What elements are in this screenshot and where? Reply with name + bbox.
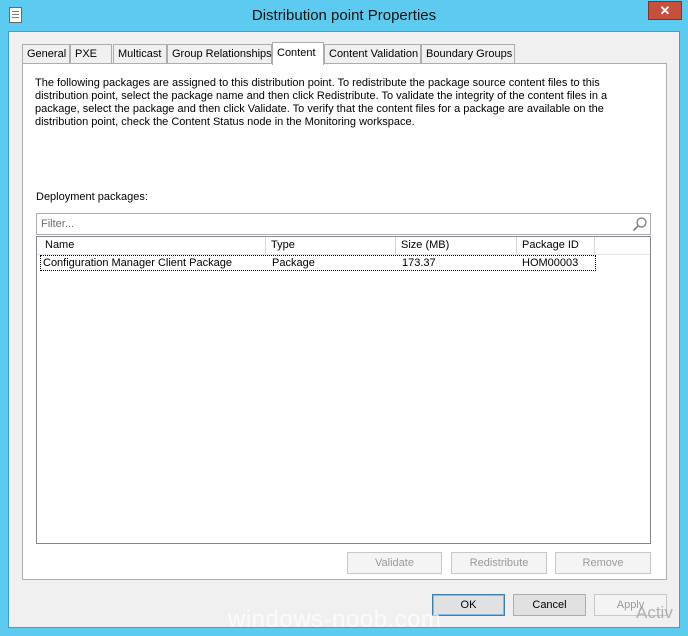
deployment-packages-label: Deployment packages: xyxy=(36,191,148,203)
close-button[interactable]: ✕ xyxy=(648,1,682,20)
dialog-window: Distribution point Properties ✕ General … xyxy=(0,0,688,636)
cancel-button[interactable]: Cancel xyxy=(513,594,586,616)
filter-input[interactable] xyxy=(37,214,630,234)
row-name: Configuration Manager Client Package xyxy=(43,257,232,269)
watermark-text: windows-noob.com xyxy=(228,606,442,633)
row-package-id: HOM00003 xyxy=(522,257,579,269)
tab-multicast[interactable]: Multicast xyxy=(113,44,167,64)
content-description: The following packages are assigned to t… xyxy=(35,77,608,128)
column-header-size[interactable]: Size (MB) xyxy=(396,237,517,254)
window-title: Distribution point Properties xyxy=(251,7,437,24)
tab-content-validation[interactable]: Content Validation xyxy=(324,44,421,64)
title-bar[interactable]: Distribution point Properties ✕ xyxy=(0,0,688,32)
table-row[interactable]: Configuration Manager Client Package Pac… xyxy=(40,255,596,271)
search-icon[interactable] xyxy=(632,216,648,232)
packages-list[interactable]: Name Type Size (MB) Package ID Configura… xyxy=(36,236,651,544)
tab-general[interactable]: General xyxy=(22,44,70,64)
ok-button[interactable]: OK xyxy=(432,594,505,616)
tab-content[interactable]: Content xyxy=(272,42,324,65)
redistribute-button[interactable]: Redistribute xyxy=(451,552,547,574)
column-header-type[interactable]: Type xyxy=(266,237,396,254)
validate-button[interactable]: Validate xyxy=(347,552,442,574)
row-type: Package xyxy=(272,257,315,269)
tab-boundary-groups[interactable]: Boundary Groups xyxy=(421,44,515,64)
row-size: 173.37 xyxy=(402,257,436,269)
activate-windows-text: Activ xyxy=(636,603,673,622)
remove-button[interactable]: Remove xyxy=(555,552,651,574)
column-header-name[interactable]: Name xyxy=(40,237,266,254)
column-header-package-id[interactable]: Package ID xyxy=(517,237,595,254)
list-header: Name Type Size (MB) Package ID xyxy=(37,237,650,255)
tab-group-relationships[interactable]: Group Relationships xyxy=(167,44,272,64)
filter-box xyxy=(36,213,651,235)
tab-pxe[interactable]: PXE xyxy=(70,44,112,64)
